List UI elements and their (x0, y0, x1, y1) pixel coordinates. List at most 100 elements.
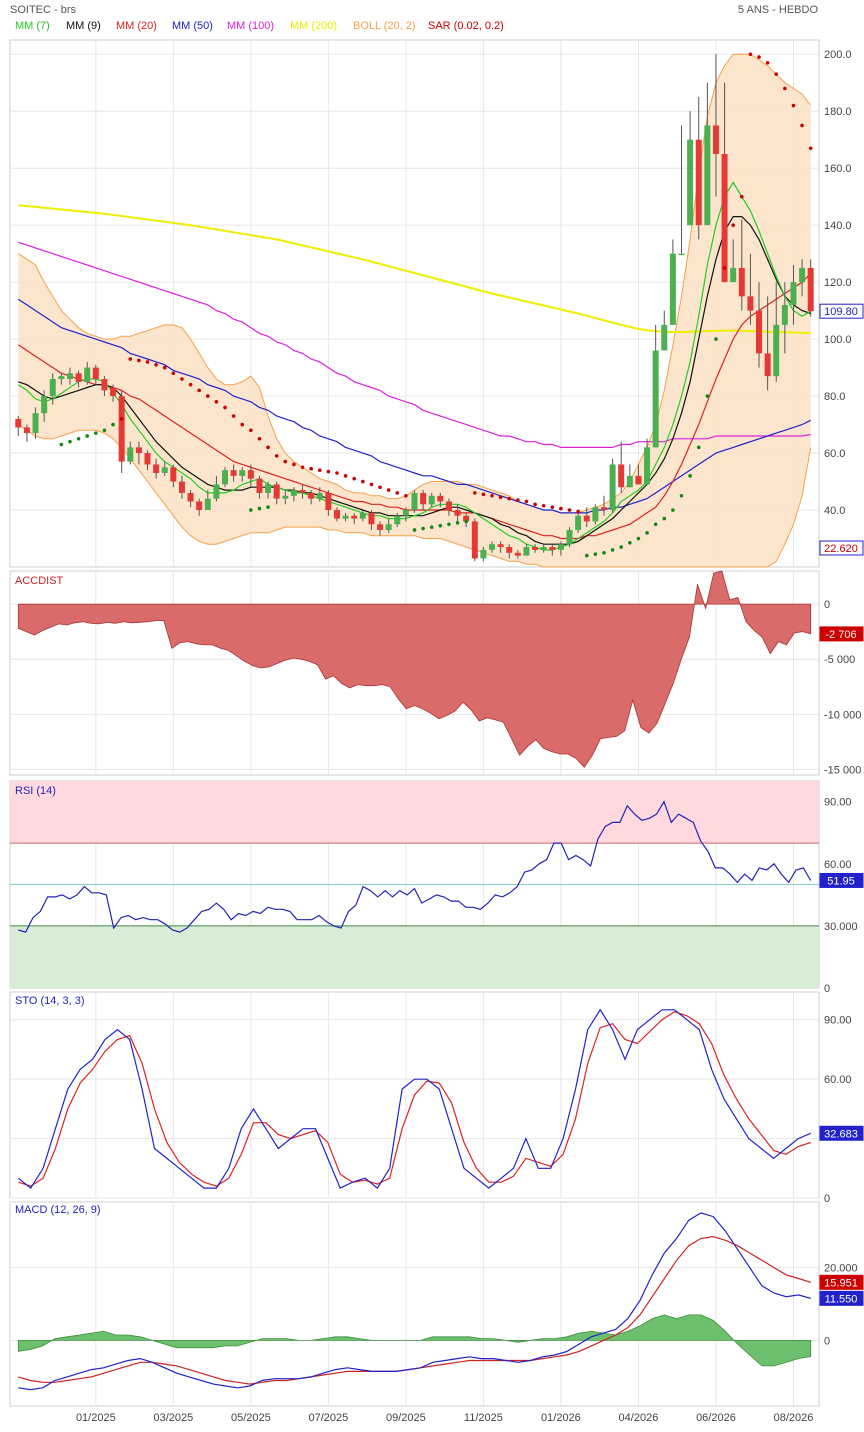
sar-dot (180, 377, 184, 381)
sar-dot (662, 516, 667, 521)
sar-dot (808, 146, 813, 151)
price-last-tag-text: 109.80 (824, 306, 858, 318)
candle-body (738, 267, 745, 297)
sar-dot (266, 505, 270, 509)
accdist-last-tag: -2 706 (819, 626, 864, 642)
sar-dot (610, 548, 615, 552)
candle-body (480, 549, 487, 559)
sar-dot (688, 474, 692, 478)
sto-y-tick: 60.00 (824, 1074, 852, 1086)
candle-body (394, 515, 401, 525)
candle-body (377, 524, 384, 530)
sar-dot (722, 266, 727, 270)
candle-body (101, 378, 108, 391)
candle-body (471, 521, 478, 559)
macd-last-tag: 11.550 (819, 1290, 864, 1306)
sar-dot (361, 479, 365, 484)
candle-body (256, 478, 263, 493)
panel-frame-macd (9, 1201, 820, 1407)
candle-body (84, 367, 91, 382)
sar-dot (137, 358, 141, 363)
candle-body (626, 475, 633, 488)
candle-body (299, 490, 306, 493)
sar-dot (748, 52, 753, 57)
sar-dot (404, 493, 408, 498)
candle-body (514, 552, 521, 556)
sar-dot (731, 223, 735, 227)
sar-dot (567, 508, 572, 512)
candle-body (790, 282, 797, 305)
candle-body (756, 310, 763, 354)
x-tick-label: 07/2025 (308, 1412, 348, 1424)
x-tick-label: 03/2025 (153, 1412, 193, 1424)
sar-dot (429, 525, 434, 529)
x-tick-label: 06/2026 (696, 1412, 736, 1424)
sto-k-line (17, 1008, 811, 1189)
candle-body (135, 447, 142, 454)
sar-dot (94, 431, 98, 435)
sar-dot (705, 394, 710, 398)
sar-dot (249, 508, 253, 512)
candle-body (110, 387, 117, 397)
sar-dot (765, 60, 770, 65)
rsi-y-tick: 90.00 (824, 797, 852, 809)
sar-dot (76, 437, 81, 441)
candle-body (308, 492, 315, 499)
candle-body (161, 467, 168, 473)
sar-dot (550, 505, 555, 509)
candle-body (781, 304, 788, 325)
candle-body (489, 544, 496, 550)
candle-body (49, 378, 56, 397)
x-tick-label: 08/2026 (774, 1412, 814, 1424)
candle-body (712, 125, 719, 154)
candle-body (549, 547, 556, 550)
candle-body (325, 492, 332, 511)
sar-dot (188, 382, 193, 387)
candle-body (282, 495, 289, 499)
candle-body (600, 507, 607, 511)
sar-dot (619, 545, 624, 549)
rsi-oversold-zone (10, 925, 819, 988)
sar-dot (541, 503, 546, 508)
sar-dot (231, 414, 236, 418)
candle-body (678, 253, 685, 256)
sar-dot (378, 485, 382, 490)
chart-period: 5 ANS - HEBDO (738, 4, 819, 16)
sar-dot (257, 506, 262, 511)
candle-body (204, 498, 211, 511)
stock-chart: SOITEC - brs 5 ANS - HEBDO 01/2025 03/2025 0… (0, 0, 864, 1427)
candle-body (118, 396, 125, 462)
sar-dot (249, 428, 253, 433)
sar-dot (326, 469, 331, 474)
legend-item: BOLL (20, 2) (353, 20, 416, 32)
accdist-title: ACCDIST (15, 575, 64, 587)
macd-y-tick: 0 (824, 1335, 830, 1347)
candle-body (592, 507, 599, 522)
sar-dot (774, 72, 779, 76)
macd-signal-line (18, 1235, 811, 1385)
accdist-area (17, 570, 812, 768)
sar-dot (739, 194, 744, 199)
candle-body (437, 495, 444, 502)
candle-body (402, 510, 409, 516)
x-tick-label: 01/2026 (541, 1412, 581, 1424)
sar-dot (205, 394, 210, 398)
price-y-tick: 140.0 (824, 220, 852, 232)
candle-body (635, 475, 642, 485)
candle-body (411, 492, 418, 511)
sar-dot (645, 531, 649, 535)
candle-body (385, 524, 392, 530)
candle-body (669, 253, 676, 325)
candle-body (170, 467, 177, 482)
rsi-last-tag: 51.95 (819, 872, 864, 888)
candle-body (213, 484, 220, 499)
sar-dot (584, 553, 589, 558)
candle-body (239, 470, 246, 476)
sar-dot (102, 428, 107, 433)
candle-body (58, 376, 65, 379)
chart-symbol: SOITEC - brs (10, 4, 77, 16)
sar-dot (119, 417, 124, 421)
candle-body (230, 470, 237, 476)
sto-last-tag: 32.683 (819, 1125, 864, 1141)
sar-dot (197, 388, 201, 393)
